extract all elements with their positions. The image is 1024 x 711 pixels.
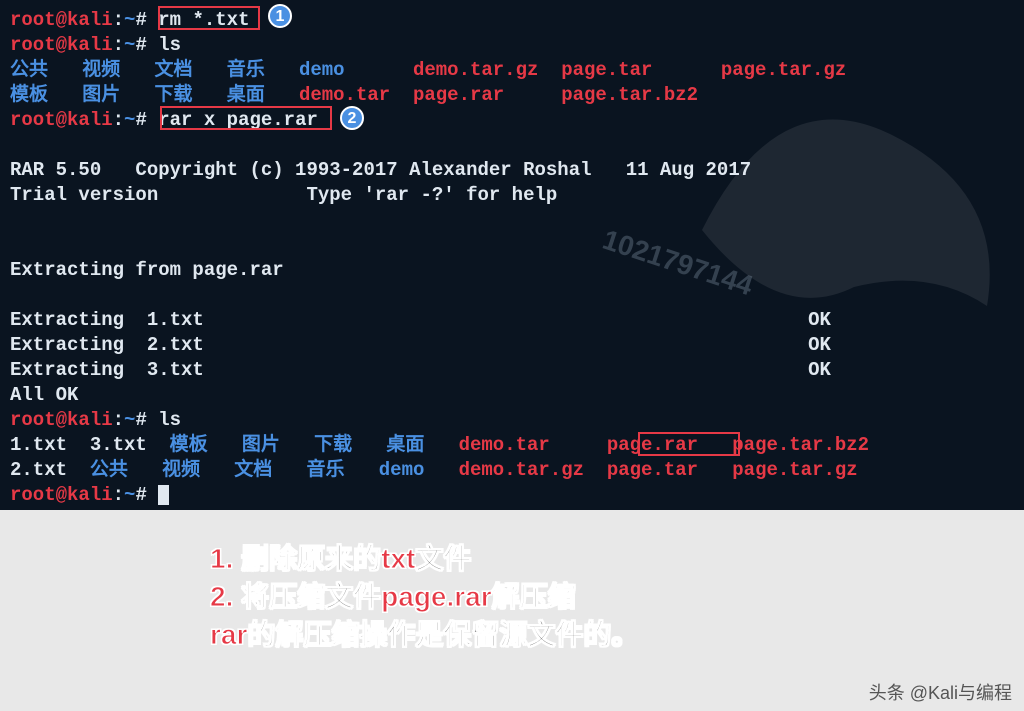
step-badge-2: 2 — [340, 106, 364, 130]
blank-line — [10, 133, 1014, 158]
prompt-user: root — [10, 9, 56, 31]
annotation-notes: 1. 删除原来的txt文件 2. 将压缩文件page.rar解压缩 rar的解压… — [210, 540, 639, 654]
rar-banner-2: Trial version Type 'rar -?' for help — [10, 183, 1014, 208]
blank-line — [10, 208, 1014, 233]
command-ls-1: ls — [158, 34, 181, 56]
ls-output-row-1: 公共 视频 文档 音乐 demo demo.tar.gz page.tar pa… — [10, 58, 1014, 83]
annotation-line-3: rar的解压缩操作是保留源文件的。 — [210, 616, 639, 654]
ls2-output-row-2: 2.txt 公共 视频 文档 音乐 demo demo.tar.gz page.… — [10, 458, 1014, 483]
command-ls-2: ls — [158, 409, 181, 431]
prompt-line-2: root@kali:~# ls — [10, 33, 1014, 58]
terminal-window[interactable]: root@kali:~# rm *.txt root@kali:~# ls 公共… — [0, 0, 1024, 510]
prompt-line-5[interactable]: root@kali:~# — [10, 483, 1014, 508]
footer-credit: 头条 @Kali与编程 — [869, 679, 1012, 705]
command-rm: rm *.txt — [158, 9, 249, 31]
blank-line — [10, 283, 1014, 308]
annotation-line-2: 2. 将压缩文件page.rar解压缩 — [210, 578, 639, 616]
blank-line — [10, 233, 1014, 258]
step-badge-1: 1 — [268, 4, 292, 28]
prompt-line-3: root@kali:~# rar x page.rar — [10, 108, 1014, 133]
ls-output-row-2: 模板 图片 下载 桌面 demo.tar page.rar page.tar.b… — [10, 83, 1014, 108]
prompt-line-4: root@kali:~# ls — [10, 408, 1014, 433]
rar-extracting-from: Extracting from page.rar — [10, 258, 1014, 283]
rar-extract-3: Extracting 3.txt OK — [10, 358, 1014, 383]
command-rar-x: rar x page.rar — [158, 109, 318, 131]
rar-all-ok: All OK — [10, 383, 1014, 408]
ls2-output-row-1: 1.txt 3.txt 模板 图片 下载 桌面 demo.tar page.ra… — [10, 433, 1014, 458]
annotation-line-1: 1. 删除原来的txt文件 — [210, 540, 639, 578]
rar-extract-2: Extracting 2.txt OK — [10, 333, 1014, 358]
prompt-line-1: root@kali:~# rm *.txt — [10, 8, 1014, 33]
terminal-cursor[interactable] — [158, 485, 169, 505]
rar-banner-1: RAR 5.50 Copyright (c) 1993-2017 Alexand… — [10, 158, 1014, 183]
rar-extract-1: Extracting 1.txt OK — [10, 308, 1014, 333]
